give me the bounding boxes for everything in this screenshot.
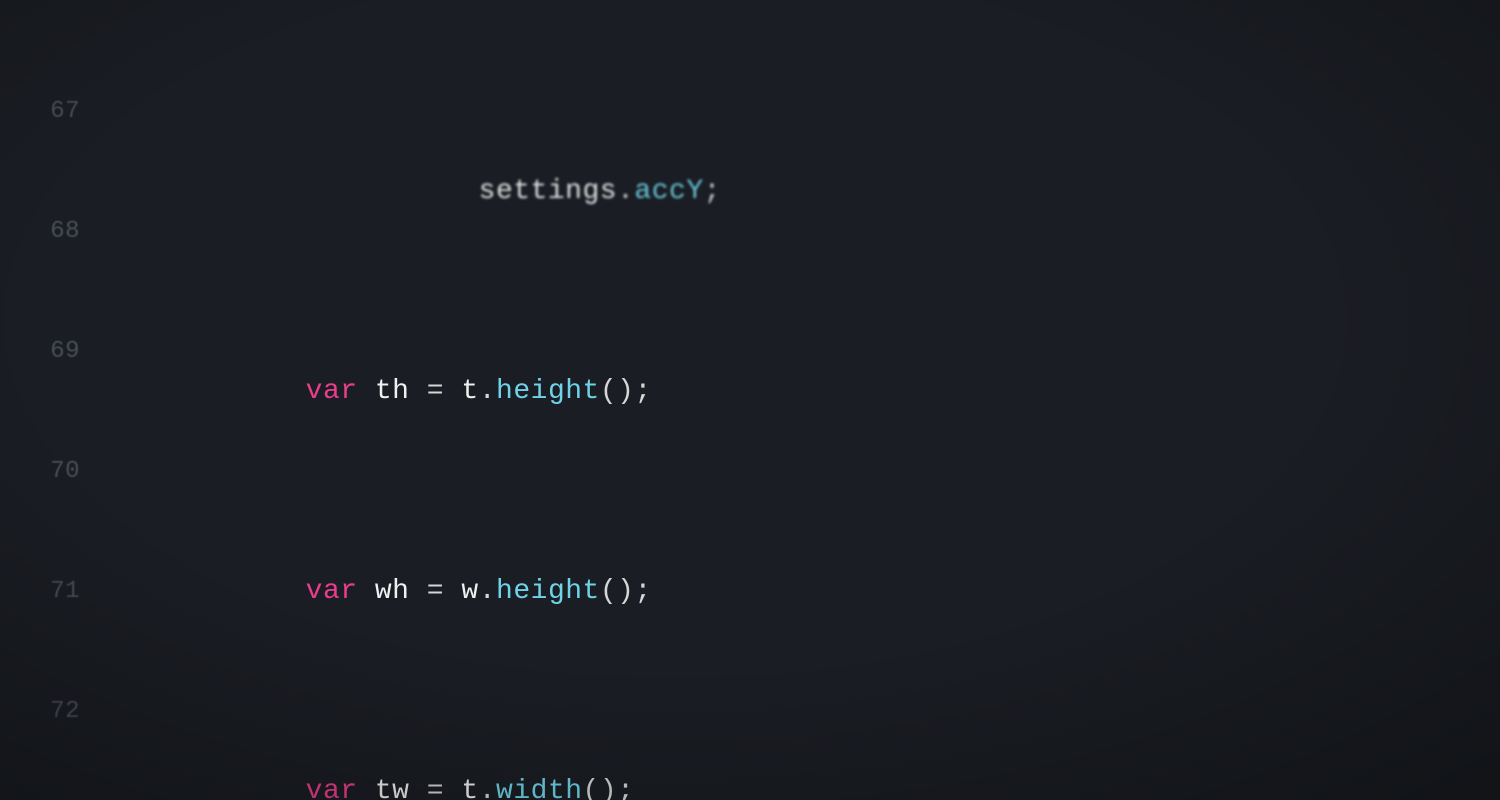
code-area[interactable]: settings.accY; var th = t.height(); var … bbox=[98, 0, 1500, 800]
keyword-var: var bbox=[306, 776, 358, 800]
line-number: 68 bbox=[0, 212, 80, 252]
line-number-gutter: 67 68 69 70 71 72 73 74 75 76 77 78 79 8… bbox=[0, 0, 98, 800]
line-number: 69 bbox=[0, 332, 80, 372]
code-line[interactable]: settings.accY; bbox=[98, 172, 1500, 212]
line-number: 70 bbox=[0, 452, 80, 492]
line-number: 72 bbox=[0, 692, 80, 732]
code-line[interactable]: var wh = w.height(); bbox=[98, 572, 1500, 612]
line-number: 71 bbox=[0, 572, 80, 612]
code-line[interactable]: var tw = t.width(); bbox=[98, 772, 1500, 800]
keyword-var: var bbox=[306, 576, 358, 607]
code-editor[interactable]: 67 68 69 70 71 72 73 74 75 76 77 78 79 8… bbox=[0, 0, 1500, 800]
keyword-var: var bbox=[306, 376, 358, 407]
line-number: 67 bbox=[0, 92, 80, 132]
code-line[interactable]: var th = t.height(); bbox=[98, 372, 1500, 412]
